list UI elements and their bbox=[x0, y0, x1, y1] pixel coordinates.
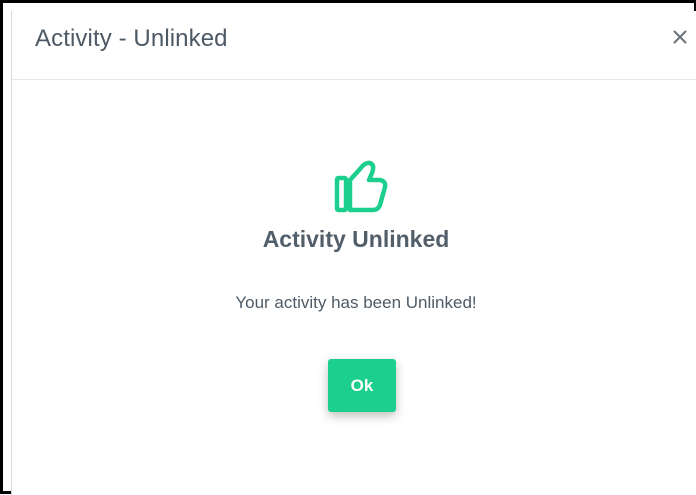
status-heading: Activity Unlinked bbox=[262, 226, 450, 252]
unlink-dialog: Activity - Unlinked Activity Unlinked Yo… bbox=[11, 11, 696, 495]
close-icon bbox=[673, 30, 687, 44]
dialog-title: Activity - Unlinked bbox=[35, 25, 228, 52]
dialog-body: Activity Unlinked Your activity has been… bbox=[12, 80, 696, 495]
dialog-header: Activity - Unlinked bbox=[12, 11, 696, 80]
ok-button[interactable]: Ok bbox=[328, 359, 396, 412]
status-message: Your activity has been Unlinked! bbox=[235, 293, 477, 312]
close-button[interactable] bbox=[668, 25, 692, 49]
thumbs-up-icon bbox=[334, 160, 388, 213]
screenshot-frame: Activity - Unlinked Activity Unlinked Yo… bbox=[0, 0, 696, 495]
